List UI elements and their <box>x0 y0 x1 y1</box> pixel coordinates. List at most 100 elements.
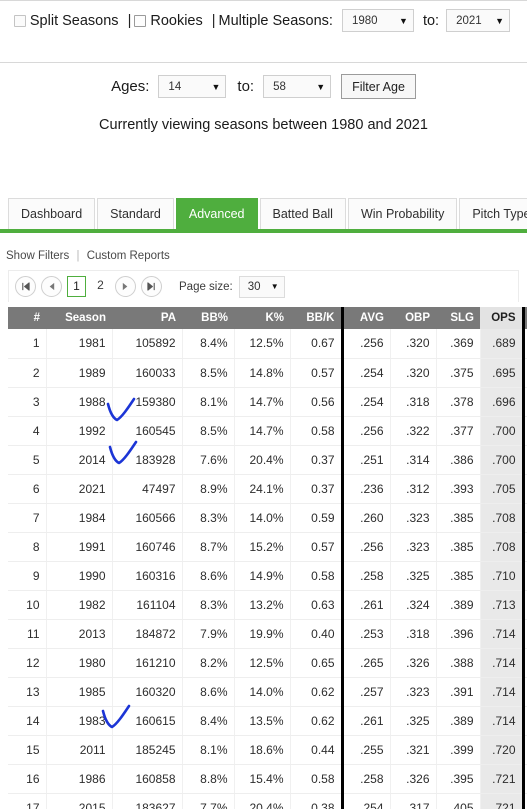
column-header-rank[interactable]: # <box>8 307 46 329</box>
cell-bb_k: 0.58 <box>290 416 343 446</box>
cell-bb_k: 0.63 <box>290 590 343 620</box>
table-row[interactable]: 5 2014 183928 7.6% 20.4% 0.37.251.314.386.700… <box>8 445 527 475</box>
age-to-select[interactable]: 58 ▼ <box>263 75 332 98</box>
cell-avg: .258 <box>340 764 391 794</box>
sub-links: Show Filters | Custom Reports <box>6 250 170 262</box>
first-page-button[interactable] <box>15 276 36 297</box>
cell-rank: 7 <box>8 503 47 533</box>
column-header-avg[interactable]: AVG <box>340 307 390 329</box>
page-size-select[interactable]: 30 ▼ <box>238 275 285 298</box>
cell-bb_k: 0.56 <box>290 387 343 417</box>
cell-rank: 1 <box>8 329 47 359</box>
split-seasons-checkbox[interactable] <box>13 14 26 27</box>
column-header-season[interactable]: Season <box>46 307 112 329</box>
prev-page-button[interactable] <box>41 276 62 297</box>
cell-k_pct: 13.5% <box>234 706 291 736</box>
cell-season: 2013 <box>46 619 113 649</box>
table-row[interactable]: 1 1981 105892 8.4% 12.5% 0.67.256.320.369.689… <box>8 329 527 359</box>
tab-advanced[interactable]: Advanced <box>175 198 258 229</box>
cell-pa: 161210 <box>112 648 183 678</box>
page-number-1[interactable]: 1 <box>67 276 86 297</box>
cell-pa: 160316 <box>112 561 183 591</box>
viewing-notice: Currently viewing seasons between 1980 a… <box>99 117 428 133</box>
table-row[interactable]: 62021474978.9%24.1%0.37.236.312.393.705.… <box>8 474 527 504</box>
cell-iso: .113 <box>523 329 527 359</box>
cell-slg: .391 <box>436 677 481 707</box>
column-header-bb_k[interactable]: BB/K <box>290 307 342 329</box>
cell-iso: .128 <box>523 561 527 591</box>
cell-bb_k: 0.67 <box>290 329 343 359</box>
cell-pa: 105892 <box>112 329 183 359</box>
tab-label: Advanced <box>188 207 245 221</box>
tab-win-probability[interactable]: Win Probability <box>347 198 458 229</box>
table-row[interactable]: 2 1989 160033 8.5% 14.8% 0.57.254.320.375.695… <box>8 358 527 388</box>
cell-obp: .320 <box>390 329 437 359</box>
cell-bb_k: 0.38 <box>290 793 343 809</box>
column-header-iso[interactable]: ISO <box>523 307 527 329</box>
rookies-checkbox[interactable] <box>134 14 147 27</box>
cell-bb_pct: 8.5% <box>182 358 235 388</box>
cell-bb_k: 0.44 <box>290 735 343 765</box>
table-row[interactable]: 9 1990 160316 8.6% 14.9% 0.58.258.325.385.710… <box>8 561 527 591</box>
custom-reports-link[interactable]: Custom Reports <box>87 250 170 262</box>
cell-slg: .396 <box>436 619 481 649</box>
cell-bb_k: 0.57 <box>290 358 343 388</box>
table-row[interactable]: 8 1991 160746 8.7% 15.2% 0.57.256.323.385.708… <box>8 532 527 562</box>
table-row[interactable]: 17 2015 183627 7.7% 20.4% 0.38.254.317.405.72… <box>8 793 527 809</box>
cell-bb_pct: 8.2% <box>182 648 235 678</box>
tab-standard[interactable]: Standard <box>97 198 174 229</box>
cell-ops: .721 <box>480 793 525 809</box>
cell-ops: .714 <box>480 706 525 736</box>
next-page-icon <box>122 282 128 291</box>
tab-dashboard[interactable]: Dashboard <box>8 198 96 229</box>
column-header-k_pct[interactable]: K% <box>234 307 290 329</box>
cell-avg: .261 <box>340 706 391 736</box>
table-row[interactable]: 3 1988 159380 8.1% 14.7% 0.56.254.318.378.696… <box>8 387 527 417</box>
cell-season: 1988 <box>46 387 113 417</box>
column-header-slg[interactable]: SLG <box>436 307 480 329</box>
chevron-down-icon: ▼ <box>211 81 221 92</box>
table-row[interactable]: 13 1985 160320 8.6% 14.0% 0.62.257.323.391.71… <box>8 677 527 707</box>
column-header-pa[interactable]: PA <box>112 307 182 329</box>
cell-k_pct: 20.4% <box>234 793 291 809</box>
column-header-ops[interactable]: OPS <box>480 307 525 329</box>
cell-slg: .385 <box>436 503 481 533</box>
table-row[interactable]: 16 1986 160858 8.8% 15.4% 0.58.258.326.395.72… <box>8 764 527 794</box>
table-row[interactable]: 7 1984 160566 8.3% 14.0% 0.59.260.323.385.708… <box>8 503 527 533</box>
age-from-select[interactable]: 14 ▼ <box>158 75 227 98</box>
table-row[interactable]: 10 1982 161104 8.3% 13.2% 0.63.261.324.389.71… <box>8 590 527 620</box>
table-row[interactable]: 11 2013 184872 7.9% 19.9% 0.40.253.318.396.71… <box>8 619 527 649</box>
last-page-button[interactable] <box>141 276 162 297</box>
chevron-down-icon: ▼ <box>316 81 326 92</box>
show-filters-link[interactable]: Show Filters <box>6 250 69 262</box>
table-row[interactable]: 15 2011 185245 8.1% 18.6% 0.44.255.321.399.72… <box>8 735 527 765</box>
season-from-select[interactable]: 1980 ▼ <box>341 9 414 32</box>
cell-avg: .254 <box>340 387 391 417</box>
cell-iso: .129 <box>523 532 527 562</box>
cell-obp: .322 <box>390 416 437 446</box>
cell-rank: 15 <box>8 735 47 765</box>
section-divider <box>0 62 527 63</box>
cell-season: 1989 <box>46 358 113 388</box>
cell-ops: .714 <box>480 677 525 707</box>
tab-pitch-type[interactable]: Pitch Type <box>459 198 527 229</box>
cell-rank: 9 <box>8 561 47 591</box>
next-page-button[interactable] <box>115 276 136 297</box>
table-row[interactable]: 12 1980 161210 8.2% 12.5% 0.65.265.326.388.71… <box>8 648 527 678</box>
cell-avg: .257 <box>340 677 391 707</box>
cell-obp: .325 <box>390 561 437 591</box>
tab-label: Win Probability <box>360 207 445 221</box>
stats-table: #SeasonPABB%K%BB/KAVGOBPSLGOPSISO 119811… <box>8 307 527 809</box>
filter-separator-1: | <box>127 12 132 29</box>
column-header-obp[interactable]: OBP <box>390 307 436 329</box>
table-row[interactable]: 4 1992 160545 8.5% 14.7% 0.58.256.322.377.700… <box>8 416 527 446</box>
filter-age-button[interactable]: Filter Age <box>341 74 416 99</box>
column-header-bb_pct[interactable]: BB% <box>182 307 234 329</box>
cell-slg: .393 <box>436 474 481 504</box>
cell-season: 2021 <box>46 474 113 504</box>
page-number-2[interactable]: 2 <box>91 276 110 297</box>
cell-iso: .128 <box>523 706 527 736</box>
tab-batted-ball[interactable]: Batted Ball <box>259 198 346 229</box>
table-row[interactable]: 14 1983 160615 8.4% 13.5% 0.62.261.325.389.71… <box>8 706 527 736</box>
season-to-select[interactable]: 2021 ▼ <box>446 9 511 32</box>
